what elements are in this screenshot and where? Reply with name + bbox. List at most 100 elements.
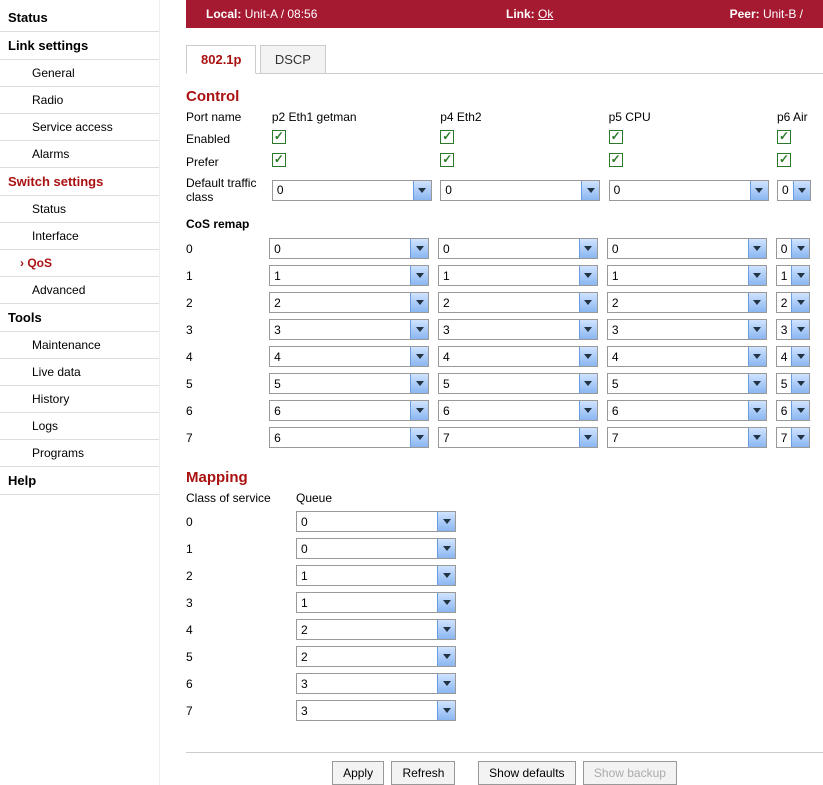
- enabled-checkbox-3[interactable]: [777, 130, 791, 144]
- chevron-down-icon: [748, 293, 766, 312]
- cos-row-label: 1: [186, 262, 269, 289]
- select[interactable]: 6: [269, 427, 429, 448]
- select[interactable]: 3: [607, 319, 767, 340]
- nav-item-logs[interactable]: Logs: [0, 413, 159, 440]
- select[interactable]: 3: [438, 319, 598, 340]
- enabled-checkbox-0[interactable]: [272, 130, 286, 144]
- tab-8021p[interactable]: 802.1p: [186, 45, 256, 74]
- chevron-down-icon: [791, 374, 808, 393]
- chevron-down-icon: [791, 293, 808, 312]
- select[interactable]: 6: [776, 400, 810, 421]
- select[interactable]: 1: [269, 265, 429, 286]
- chevron-down-icon: [410, 293, 428, 312]
- select[interactable]: 2: [296, 619, 456, 640]
- nav-item-radio[interactable]: Radio: [0, 87, 159, 114]
- cos-row-label: 3: [186, 316, 269, 343]
- nav-item-alarms[interactable]: Alarms: [0, 141, 159, 168]
- main: Local: Unit-A / 08:56 Link: Ok Peer: Uni…: [160, 0, 823, 785]
- select[interactable]: 0: [296, 538, 456, 559]
- select[interactable]: 6: [607, 400, 767, 421]
- nav-item-sw-status[interactable]: Status: [0, 196, 159, 223]
- chevron-down-icon: [410, 347, 428, 366]
- select[interactable]: 1: [776, 265, 810, 286]
- select[interactable]: 2: [607, 292, 767, 313]
- nav-section-switch-settings[interactable]: Switch settings: [0, 168, 159, 196]
- select[interactable]: 5: [776, 373, 810, 394]
- chevron-down-icon: [793, 181, 810, 200]
- nav-item-history[interactable]: History: [0, 386, 159, 413]
- select[interactable]: 3: [296, 700, 456, 721]
- nav-item-service-access[interactable]: Service access: [0, 114, 159, 141]
- select[interactable]: 0: [438, 238, 598, 259]
- link-value[interactable]: Ok: [538, 7, 553, 21]
- select[interactable]: 2: [776, 292, 810, 313]
- default-tc-select-2[interactable]: 0: [609, 180, 769, 201]
- cos-label: Class of service: [186, 488, 296, 508]
- select[interactable]: 4: [438, 346, 598, 367]
- nav-section-status[interactable]: Status: [0, 4, 159, 32]
- select[interactable]: 6: [438, 400, 598, 421]
- select[interactable]: 2: [438, 292, 598, 313]
- topbar: Local: Unit-A / 08:56 Link: Ok Peer: Uni…: [186, 0, 823, 28]
- tab-dscp[interactable]: DSCP: [260, 45, 326, 73]
- nav-item-programs[interactable]: Programs: [0, 440, 159, 467]
- nav-item-maintenance[interactable]: Maintenance: [0, 332, 159, 359]
- select[interactable]: 4: [269, 346, 429, 367]
- select[interactable]: 0: [269, 238, 429, 259]
- select[interactable]: 1: [438, 265, 598, 286]
- local-label: Local:: [206, 7, 241, 21]
- select[interactable]: 7: [438, 427, 598, 448]
- enabled-label: Enabled: [186, 127, 272, 150]
- select[interactable]: 0: [776, 238, 810, 259]
- select[interactable]: 3: [776, 319, 810, 340]
- cos-row-label: 7: [186, 424, 269, 451]
- select[interactable]: 3: [269, 319, 429, 340]
- enabled-checkbox-1[interactable]: [440, 130, 454, 144]
- refresh-button[interactable]: Refresh: [391, 761, 455, 785]
- prefer-checkbox-0[interactable]: [272, 153, 286, 167]
- cos-row-label: 6: [186, 397, 269, 424]
- nav-item-advanced[interactable]: Advanced: [0, 277, 159, 304]
- nav-item-qos[interactable]: QoS: [0, 250, 159, 277]
- mapping-row-label: 1: [186, 535, 296, 562]
- select[interactable]: 1: [607, 265, 767, 286]
- select[interactable]: 6: [269, 400, 429, 421]
- select[interactable]: 0: [607, 238, 767, 259]
- select[interactable]: 1: [296, 565, 456, 586]
- select[interactable]: 7: [607, 427, 767, 448]
- prefer-checkbox-2[interactable]: [609, 153, 623, 167]
- select[interactable]: 4: [776, 346, 810, 367]
- select[interactable]: 5: [607, 373, 767, 394]
- nav-item-interface[interactable]: Interface: [0, 223, 159, 250]
- select[interactable]: 7: [776, 427, 810, 448]
- enabled-checkbox-2[interactable]: [609, 130, 623, 144]
- select[interactable]: 2: [296, 646, 456, 667]
- chevron-down-icon: [410, 239, 428, 258]
- default-tc-select-0[interactable]: 0: [272, 180, 432, 201]
- nav-item-live-data[interactable]: Live data: [0, 359, 159, 386]
- default-tc-select-1[interactable]: 0: [440, 180, 600, 201]
- footer-bar: Apply Refresh Show defaults Show backup: [186, 752, 823, 785]
- nav-section-link-settings[interactable]: Link settings: [0, 32, 159, 60]
- select[interactable]: 5: [269, 373, 429, 394]
- chevron-down-icon: [410, 428, 428, 447]
- prefer-checkbox-3[interactable]: [777, 153, 791, 167]
- show-defaults-button[interactable]: Show defaults: [478, 761, 575, 785]
- nav-item-general[interactable]: General: [0, 60, 159, 87]
- chevron-down-icon: [410, 401, 428, 420]
- select[interactable]: 1: [296, 592, 456, 613]
- nav-section-tools[interactable]: Tools: [0, 304, 159, 332]
- select[interactable]: 0: [296, 511, 456, 532]
- chevron-down-icon: [748, 266, 766, 285]
- prefer-checkbox-1[interactable]: [440, 153, 454, 167]
- select[interactable]: 2: [269, 292, 429, 313]
- default-tc-select-3[interactable]: 0: [777, 180, 811, 201]
- apply-button[interactable]: Apply: [332, 761, 384, 785]
- chevron-down-icon: [437, 674, 455, 693]
- chevron-down-icon: [437, 647, 455, 666]
- select[interactable]: 3: [296, 673, 456, 694]
- select[interactable]: 4: [607, 346, 767, 367]
- chevron-down-icon: [410, 266, 428, 285]
- select[interactable]: 5: [438, 373, 598, 394]
- nav-section-help[interactable]: Help: [0, 467, 159, 495]
